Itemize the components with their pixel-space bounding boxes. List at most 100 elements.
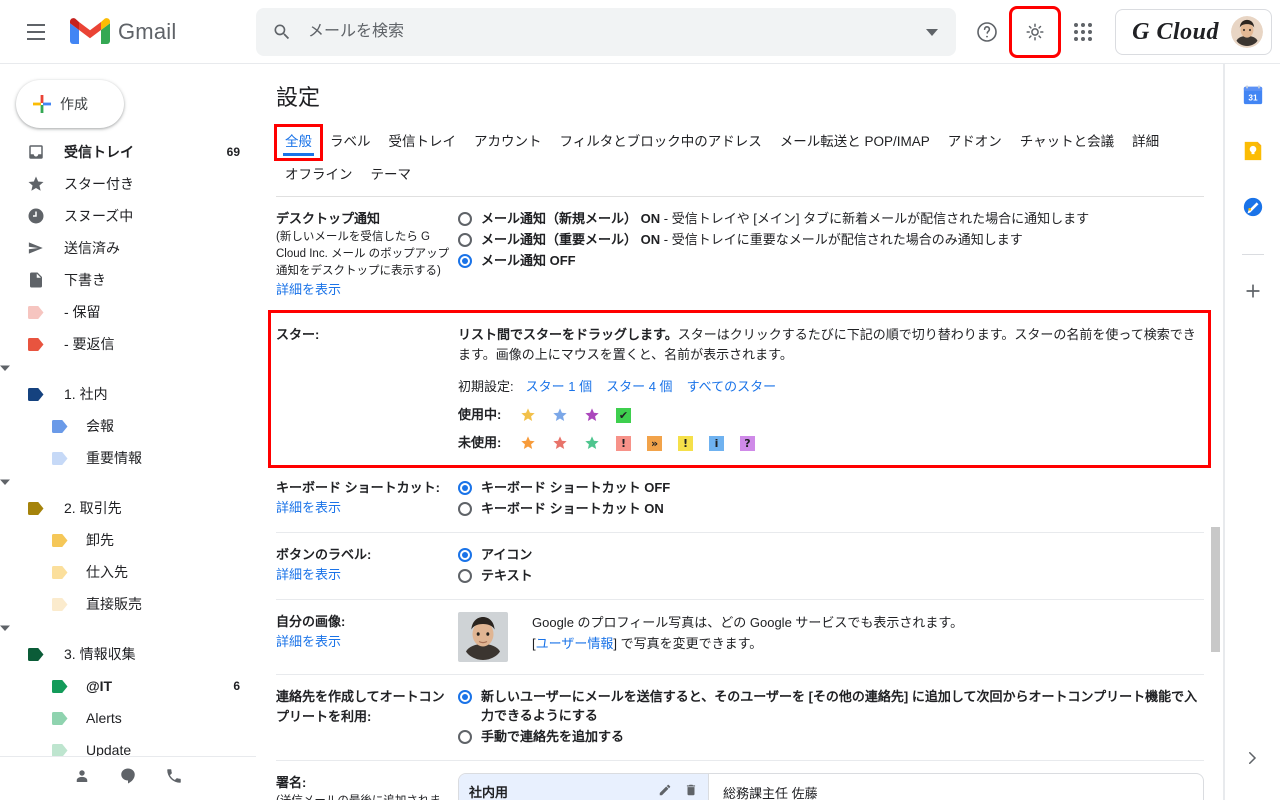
help-icon[interactable] [967,12,1007,52]
radio-button-text[interactable] [458,569,472,583]
radio-option[interactable]: アイコン [458,545,1204,564]
sidebar-label-clients[interactable]: 2. 取引先 [0,492,256,524]
sidebar-label-wholesale[interactable]: 卸先 [0,524,256,556]
chat-icon[interactable] [119,767,137,790]
blue-info-icon[interactable]: i [709,435,724,451]
radio-new-mail-on[interactable] [458,212,472,226]
avatar[interactable] [1231,16,1263,48]
tab-accounts[interactable]: アカウント [465,126,551,159]
sidebar-label-internal[interactable]: 1. 社内 [0,378,256,410]
sidebar-item-sent[interactable]: 送信済み [0,232,256,264]
setting-label: 連絡先を作成してオートコンプリートを利用: [276,689,445,724]
stars-description: リスト間でスターをドラッグします。スターはクリックするたびに下記の順で切り替わり… [458,325,1204,365]
details-link[interactable]: 詳細を表示 [276,567,341,582]
search-bar[interactable] [256,8,956,56]
radio-shortcuts-on[interactable] [458,502,472,516]
sidebar-label-suppliers[interactable]: 仕入先 [0,556,256,588]
radio-option[interactable]: メール通知 OFF [458,251,1204,270]
tab-forwarding-pop-imap[interactable]: メール転送と POP/IMAP [771,126,939,159]
sidebar-label-needs-reply[interactable]: - 要返信 [0,328,256,360]
yellow-bang-icon[interactable]: ! [678,435,693,451]
trash-icon[interactable] [684,783,698,800]
details-link[interactable]: 詳細を表示 [276,634,341,649]
radio-option[interactable]: キーボード ショートカット OFF [458,478,1204,497]
tab-advanced[interactable]: 詳細 [1123,126,1168,159]
purple-question-icon[interactable]: ? [740,435,755,451]
tab-themes[interactable]: テーマ [362,159,421,192]
tab-chat-and-meet[interactable]: チャットと会議 [1011,126,1123,159]
sidebar-label-alerts[interactable]: Alerts [0,702,256,734]
preset-all-stars[interactable]: すべてのスター [687,377,777,397]
profile-photo[interactable] [458,612,508,662]
radio-option[interactable]: メール通知（新規メール） ON - 受信トレイや [メイン] タブに新着メールが… [458,209,1204,228]
gmail-brand[interactable]: Gmail [70,17,176,47]
details-link[interactable]: 詳細を表示 [276,500,341,515]
calendar-icon[interactable]: 31 [1242,84,1264,106]
radio-option[interactable]: 手動で連絡先を追加する [458,727,1204,746]
scrollbar-thumb[interactable] [1211,527,1220,652]
sidebar-label-important-info[interactable]: 重要情報 [0,442,256,474]
add-plus-icon[interactable] [1243,281,1263,301]
tab-filters[interactable]: フィルタとブロック中のアドレス [551,126,771,159]
red-star-icon[interactable] [552,435,568,451]
radio-option[interactable]: 新しいユーザーにメールを送信すると、そのユーザーを [その他の連絡先] に追加し… [458,687,1204,725]
settings-scroll-area[interactable]: デスクトップ通知 (新しいメールを受信したら G Cloud Inc. メール … [256,197,1224,800]
sidebar-label-at-it[interactable]: @IT 6 [0,670,256,702]
green-star-icon[interactable] [584,435,600,451]
radio-important-mail-on[interactable] [458,233,472,247]
tab-offline[interactable]: オフライン [276,159,362,192]
sidebar-label-research[interactable]: 3. 情報収集 [0,638,256,670]
phone-icon[interactable] [165,767,183,790]
contacts-icon[interactable] [73,767,91,790]
orange-star-icon[interactable] [520,435,536,451]
collapse-twisty-internal[interactable] [0,360,10,377]
user-info-link[interactable]: ユーザー情報 [536,636,614,651]
search-input[interactable] [306,22,926,42]
radio-option[interactable]: キーボード ショートカット ON [458,499,1204,518]
gear-icon[interactable] [1009,6,1062,58]
search-options-caret-icon[interactable] [926,28,938,36]
sidebar-item-drafts[interactable]: 下書き [0,264,256,296]
signature-body[interactable]: 総務課主任 佐藤 [709,774,1203,800]
apps-grid-icon[interactable] [1063,12,1103,52]
sidebar-item-inbox[interactable]: 受信トレイ 69 [0,136,256,168]
tab-general[interactable]: 全般 [274,124,323,161]
details-link[interactable]: 詳細を表示 [276,282,341,297]
yellow-star-icon[interactable] [520,407,536,423]
sidebar-item-snoozed[interactable]: スヌーズ中 [0,200,256,232]
red-bang-icon[interactable]: ! [616,435,631,451]
radio-option[interactable]: メール通知（重要メール） ON - 受信トレイに重要なメールが配信された場合のみ… [458,230,1204,249]
radio-shortcuts-off[interactable] [458,481,472,495]
content-scrollbar[interactable] [1211,197,1220,800]
compose-button[interactable]: 作成 [16,80,124,128]
purple-star-icon[interactable] [584,407,600,423]
radio-button-icons[interactable] [458,548,472,562]
keep-icon[interactable] [1242,140,1264,162]
signature-list-item[interactable]: 社内用 [459,774,709,800]
calendar-day-number: 31 [1248,94,1258,103]
collapse-twisty-research[interactable] [0,620,10,637]
pencil-icon[interactable] [658,783,672,800]
label-icon [50,708,70,728]
preset-1-star[interactable]: スター 1 個 [526,377,592,397]
green-check-icon[interactable]: ✔ [616,407,631,423]
account-chip[interactable]: G Cloud [1115,9,1272,55]
hamburger-icon[interactable] [12,8,60,56]
collapse-twisty-clients[interactable] [0,474,10,491]
radio-mail-off[interactable] [458,254,472,268]
sidebar-item-starred[interactable]: スター付き [0,168,256,200]
tasks-icon[interactable] [1242,196,1264,218]
radio-manual-add-contacts[interactable] [458,730,472,744]
sidebar-label-hold[interactable]: - 保留 [0,296,256,328]
sidebar-label-kaiho[interactable]: 会報 [0,410,256,442]
tab-inbox[interactable]: 受信トレイ [380,126,466,159]
radio-option[interactable]: テキスト [458,566,1204,585]
radio-auto-add-contacts[interactable] [458,690,472,704]
tab-labels[interactable]: ラベル [321,126,380,159]
tab-addons[interactable]: アドオン [939,126,1011,159]
blue-star-icon[interactable] [552,407,568,423]
sidebar-label-direct-sales[interactable]: 直接販売 [0,588,256,620]
orange-guillemet-icon[interactable]: » [647,435,662,451]
chevron-right-icon[interactable] [1243,749,1261,772]
preset-4-stars[interactable]: スター 4 個 [606,377,672,397]
